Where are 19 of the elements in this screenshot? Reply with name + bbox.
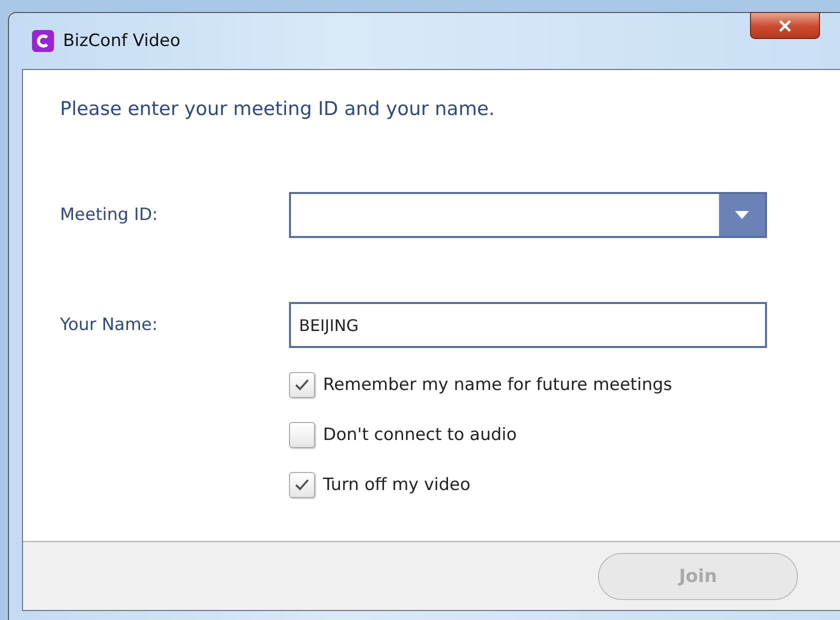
window-title: BizConf Video [63,31,180,51]
name-label: Your Name: [60,315,159,335]
checkbox-label: Don't connect to audio [323,425,517,445]
close-button[interactable] [750,12,820,39]
app-logo-icon [32,30,54,52]
checkbox[interactable] [289,422,315,448]
dropdown-button[interactable] [719,194,765,236]
checkbox-label: Turn off my video [323,475,470,495]
checkbox[interactable] [289,372,315,398]
checkbox-label: Remember my name for future meetings [323,375,672,395]
name-field[interactable]: BEIJING [289,302,767,348]
instruction-text: Please enter your meeting ID and your name. [60,98,496,120]
caret-icon [735,211,749,219]
meeting-id-label: Meeting ID: [60,205,159,225]
meeting-id-dropdown[interactable] [289,192,767,238]
check-icon [294,378,310,392]
checkbox[interactable] [289,472,315,498]
close-icon [778,20,792,32]
check-icon [294,478,310,492]
